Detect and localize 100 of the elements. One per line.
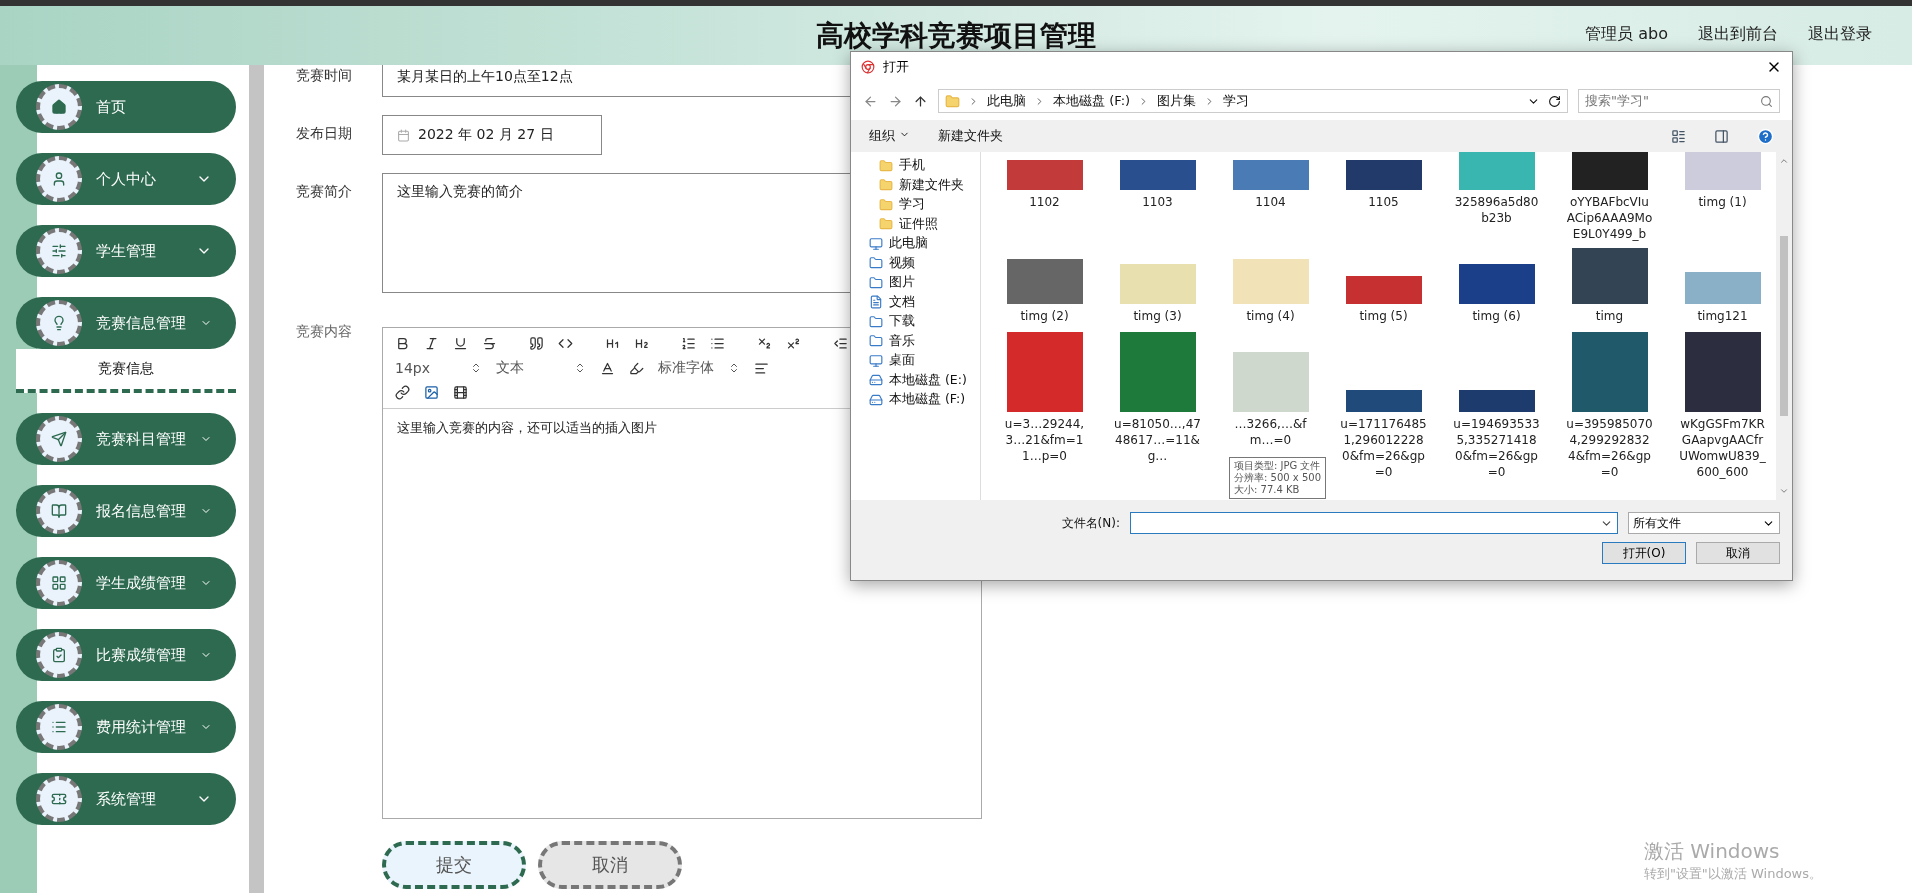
tree-item[interactable]: 桌面 <box>851 351 980 371</box>
sidebar-item[interactable]: 报名信息管理 <box>16 485 236 537</box>
folder-icon <box>869 334 883 349</box>
tree-item[interactable]: 本地磁盘 (E:) <box>851 370 980 390</box>
sidebar-subitem[interactable]: 竞赛信息 <box>16 349 236 393</box>
paragraph-select[interactable]: 文本 <box>496 359 586 377</box>
header-link[interactable]: 管理员 abo <box>1585 24 1668 45</box>
file-item[interactable]: …3266,…&fm…=0 <box>1227 326 1314 450</box>
tree-item[interactable]: 此电脑 <box>851 234 980 254</box>
file-item[interactable]: oYYBAFbcVIuACip6AAA9MoE9L0Y499_b <box>1566 152 1653 244</box>
sidebar-item[interactable]: 竞赛信息管理 <box>16 297 236 349</box>
breadcrumb-item[interactable]: 学习 <box>1223 92 1250 110</box>
link-icon[interactable] <box>395 385 410 400</box>
user-icon <box>36 156 82 202</box>
font-color-icon[interactable] <box>600 360 615 376</box>
field-label: 竞赛时间 <box>296 66 353 85</box>
bold-icon[interactable] <box>395 336 410 351</box>
tree-item[interactable]: 文档 <box>851 292 980 312</box>
tree-item[interactable]: 证件照 <box>851 214 980 234</box>
refresh-icon[interactable] <box>1548 94 1561 108</box>
search-field[interactable]: 搜索"学习" <box>1578 89 1780 113</box>
file-item[interactable]: timg (6) <box>1453 244 1540 326</box>
file-item[interactable]: timg (5) <box>1340 244 1427 326</box>
align-icon[interactable] <box>754 360 769 376</box>
file-item[interactable]: wKgGSFm7KRGAapvgAACfrUWomwU839_600_600 <box>1679 326 1766 482</box>
file-item[interactable]: timg (3) <box>1114 244 1201 326</box>
sidebar-item[interactable]: 个人中心 <box>16 153 236 205</box>
font-family-select[interactable]: 标准字体 <box>658 359 740 377</box>
underline-icon[interactable] <box>453 336 468 351</box>
address-bar[interactable]: 此电脑 本地磁盘 (F:) 图片集 学习 <box>938 89 1568 113</box>
cancel-button[interactable]: 取消 <box>538 841 682 889</box>
tree-item[interactable]: 新建文件夹 <box>851 175 980 195</box>
date-field[interactable]: 2022 年 02 月 27 日 <box>382 115 602 155</box>
file-tooltip: 项目类型: JPG 文件 分辨率: 500 x 500 大小: 77.4 KB <box>1229 457 1326 499</box>
file-item[interactable]: timg121 <box>1679 244 1766 326</box>
heading-two-icon[interactable] <box>634 336 649 351</box>
italic-icon[interactable] <box>424 336 439 351</box>
cancel-button[interactable]: 取消 <box>1696 542 1780 564</box>
file-item[interactable]: u=1711764851,2960122280&fm=26&gp=0 <box>1340 326 1427 482</box>
dialog-title: 打开 <box>883 58 910 76</box>
heading-one-icon[interactable] <box>605 336 620 351</box>
breadcrumb-item[interactable]: 图片集 <box>1157 92 1197 110</box>
quote-icon[interactable] <box>529 336 544 351</box>
outdent-icon[interactable] <box>833 336 848 351</box>
bullet-list-icon[interactable] <box>710 336 725 351</box>
superscript-icon[interactable] <box>786 336 801 351</box>
app-title: 高校学科竞赛项目管理 <box>816 17 1096 54</box>
tree-item[interactable]: 学习 <box>851 195 980 215</box>
open-button[interactable]: 打开(O) <box>1602 542 1686 564</box>
sidebar-item[interactable]: 系统管理 <box>16 773 236 825</box>
ordered-list-icon[interactable] <box>681 336 696 351</box>
tree-item[interactable]: 图片 <box>851 273 980 293</box>
tree-item[interactable]: 视频 <box>851 253 980 273</box>
header-link[interactable]: 退出到前台 <box>1698 24 1778 45</box>
calendar-icon <box>397 128 410 142</box>
font-size-select[interactable]: 14px <box>395 360 482 376</box>
filename-field[interactable] <box>1130 512 1618 534</box>
new-folder-button[interactable]: 新建文件夹 <box>938 127 1003 145</box>
file-item[interactable]: u=81050…,4748617…=11&g… <box>1114 326 1201 466</box>
forward-icon[interactable] <box>888 93 903 109</box>
tree-item[interactable]: 本地磁盘 (F:) <box>851 390 980 410</box>
tree-item[interactable]: 下载 <box>851 312 980 332</box>
sidebar-item[interactable]: 首页 <box>16 81 236 133</box>
help-icon[interactable] <box>1757 127 1774 145</box>
organize-menu[interactable]: 组织 <box>869 127 910 145</box>
view-icon[interactable] <box>1671 128 1686 144</box>
tree-item[interactable]: 音乐 <box>851 331 980 351</box>
file-item[interactable]: 325896a5d80b23b <box>1453 152 1540 228</box>
strikethrough-icon[interactable] <box>482 336 497 351</box>
sidebar-item[interactable]: 费用统计管理 <box>16 701 236 753</box>
submit-button[interactable]: 提交 <box>382 841 526 889</box>
back-icon[interactable] <box>863 93 878 109</box>
sliders-icon <box>36 228 82 274</box>
image-icon[interactable] <box>424 385 439 400</box>
highlight-icon[interactable] <box>629 360 644 376</box>
up-icon[interactable] <box>913 93 928 109</box>
filetype-select[interactable]: 所有文件 <box>1628 512 1780 534</box>
grid-icon <box>36 560 82 606</box>
updown-icon <box>574 362 586 374</box>
sidebar-item[interactable]: 比赛成绩管理 <box>16 629 236 681</box>
file-item[interactable]: timg (4) <box>1227 244 1314 326</box>
sidebar-item[interactable]: 学生成绩管理 <box>16 557 236 609</box>
sidebar-item[interactable]: 学生管理 <box>16 225 236 277</box>
send-icon <box>36 416 82 462</box>
preview-pane-icon[interactable] <box>1714 128 1729 144</box>
file-item[interactable]: 1103 <box>1114 152 1201 212</box>
subscript-icon[interactable] <box>757 336 772 351</box>
file-item[interactable]: u=1946935335,3352714180&fm=26&gp=0 <box>1453 326 1540 482</box>
tree-item[interactable]: 手机 <box>851 156 980 176</box>
folder-icon <box>879 178 893 193</box>
file-item[interactable]: u=3959850704,2992928324&fm=26&gp=0 <box>1566 326 1653 482</box>
sidebar-item[interactable]: 竞赛科目管理 <box>16 413 236 465</box>
file-item[interactable]: 1104 <box>1227 152 1314 212</box>
code-icon[interactable] <box>558 336 573 351</box>
file-item[interactable]: timg (1) <box>1679 152 1766 212</box>
file-item[interactable]: timg <box>1566 244 1653 326</box>
header-link[interactable]: 退出登录 <box>1808 24 1872 45</box>
file-item[interactable]: 1105 <box>1340 152 1427 212</box>
video-icon[interactable] <box>453 385 468 400</box>
file-item[interactable]: u=3…29244,3…21&fm=11…p=0 <box>1001 326 1088 466</box>
